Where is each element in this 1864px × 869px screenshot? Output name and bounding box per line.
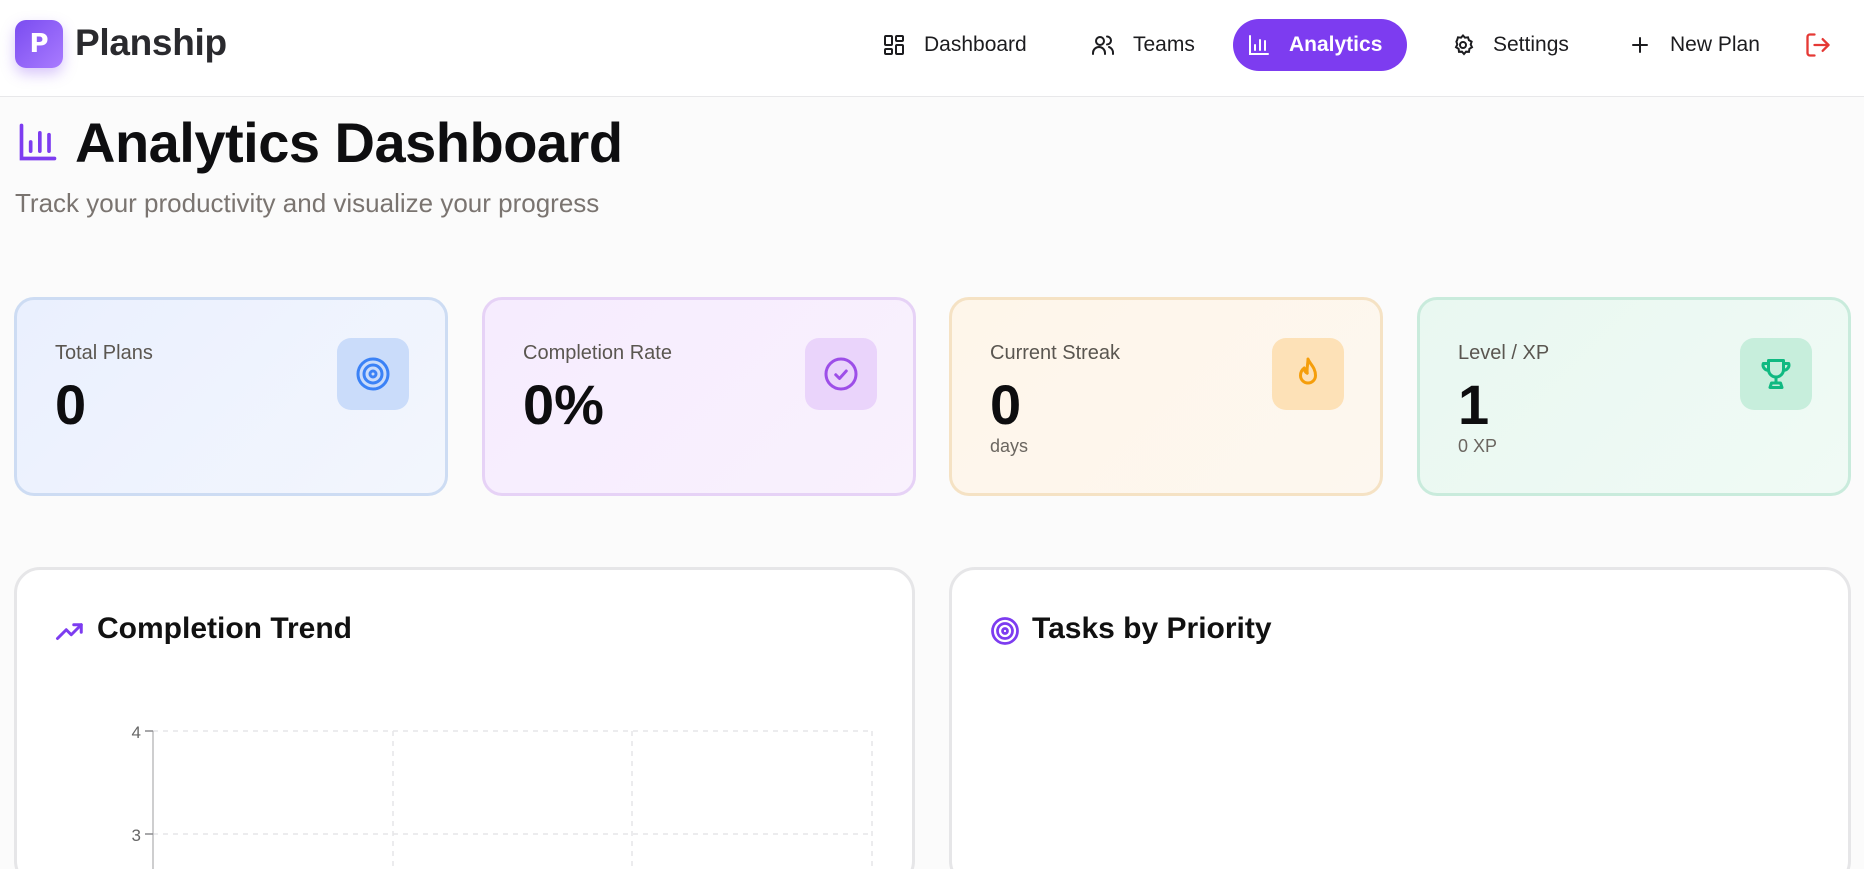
bar-chart-icon — [19, 123, 57, 161]
app-logo[interactable]: P — [15, 20, 63, 68]
trophy-icon — [1761, 359, 1791, 389]
stat-badge — [337, 338, 409, 410]
nav-analytics-label: Analytics — [1289, 33, 1383, 56]
completion-trend-panel: Completion Trend 4 3 — [14, 567, 915, 869]
page-title: Analytics Dashboard — [75, 111, 623, 174]
nav-dashboard-label: Dashboard — [924, 33, 1027, 56]
stat-value: 0 — [55, 373, 87, 436]
y-tick-label: 4 — [132, 723, 141, 742]
check-circle-icon — [824, 357, 858, 391]
nav-teams[interactable]: Teams — [1077, 19, 1209, 71]
dashboard-icon — [884, 35, 904, 55]
stat-card-current-streak: Current Streak 0 days — [949, 297, 1383, 496]
brand-name[interactable]: Planship — [75, 22, 227, 64]
stat-value: 1 — [1458, 373, 1490, 436]
plus-icon — [1632, 37, 1648, 53]
stat-value: 0 — [990, 373, 1022, 436]
panel-title: Tasks by Priority — [1032, 612, 1272, 645]
bar-chart-icon — [1249, 35, 1269, 55]
stat-label: Current Streak — [990, 342, 1121, 364]
stat-card-total-plans: Total Plans 0 — [14, 297, 448, 496]
stat-badge — [1272, 338, 1344, 410]
completion-trend-chart: 4 3 — [132, 723, 873, 869]
new-plan-button[interactable]: New Plan — [1614, 19, 1774, 71]
users-icon — [1092, 35, 1114, 55]
stat-sub: 0 XP — [1458, 436, 1498, 456]
stat-sub: days — [990, 436, 1029, 456]
stat-label: Completion Rate — [523, 342, 672, 364]
y-tick-label: 3 — [132, 826, 141, 845]
tasks-by-priority-panel: Tasks by Priority — [949, 567, 1851, 869]
stat-badge — [1740, 338, 1812, 410]
stat-badge — [805, 338, 877, 410]
logout-icon[interactable] — [1804, 31, 1832, 59]
nav-analytics[interactable]: Analytics — [1233, 19, 1407, 71]
stat-label: Total Plans — [55, 342, 153, 364]
nav-settings-label: Settings — [1493, 33, 1569, 56]
new-plan-label: New Plan — [1670, 33, 1760, 56]
target-icon — [991, 617, 1019, 645]
nav-dashboard[interactable]: Dashboard — [868, 19, 1041, 71]
stat-card-completion-rate: Completion Rate 0% — [482, 297, 916, 496]
nav-teams-label: Teams — [1133, 33, 1195, 56]
flame-icon — [1299, 357, 1317, 385]
stat-value: 0% — [523, 373, 604, 436]
top-navigation-bar: P Planship Dashboard Teams Analytics Set… — [0, 0, 1864, 97]
gear-icon — [1454, 34, 1474, 56]
stat-card-level-xp: Level / XP 1 0 XP — [1417, 297, 1851, 496]
page-subtitle: Track your productivity and visualize yo… — [15, 188, 600, 218]
stat-label: Level / XP — [1458, 342, 1550, 364]
nav-settings[interactable]: Settings — [1437, 19, 1583, 71]
target-icon — [356, 357, 390, 391]
